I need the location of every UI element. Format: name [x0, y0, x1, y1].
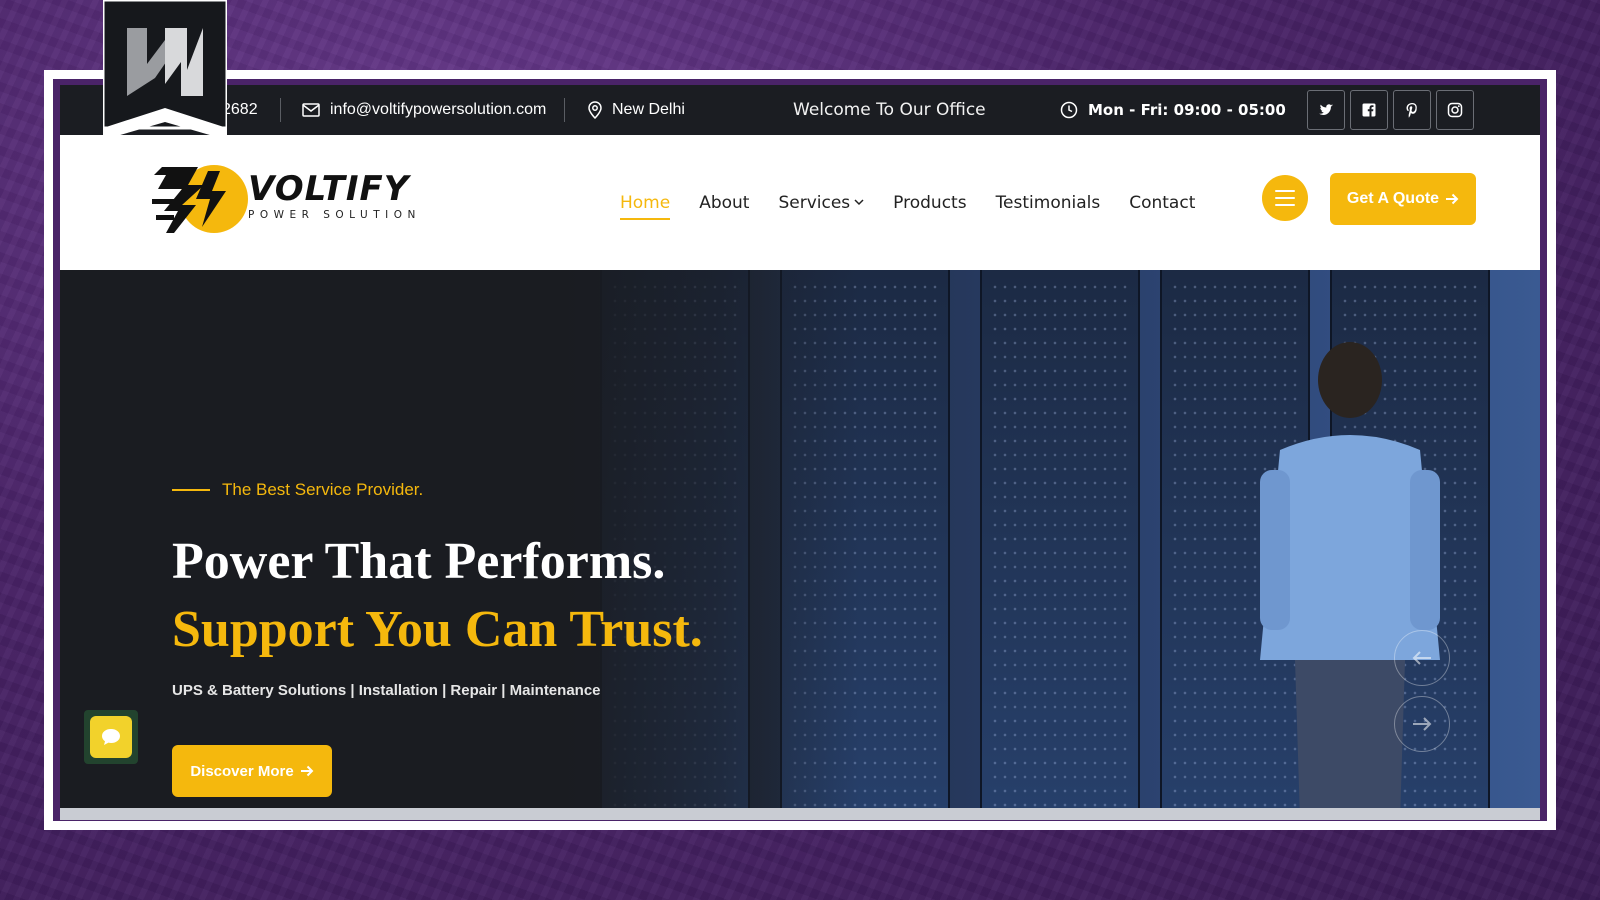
facebook-button[interactable]: [1350, 90, 1388, 130]
chat-widget-button[interactable]: [84, 710, 138, 764]
nav-item-home[interactable]: Home: [620, 193, 671, 220]
welcome-text: Welcome To Our Office: [793, 100, 986, 120]
main-navbar: VOLTIFY POWER SOLUTION Home About Servic…: [60, 135, 1540, 270]
nav-item-products[interactable]: Products: [893, 193, 966, 213]
hero-tagline: The Best Service Provider.: [172, 480, 423, 500]
phone-number: 2682: [222, 101, 258, 118]
hero-subline: UPS & Battery Solutions | Installation |…: [172, 682, 601, 699]
arrow-right-icon: [300, 765, 314, 777]
email-info[interactable]: info@voltifypowersolution.com: [302, 85, 546, 135]
pinterest-button[interactable]: [1393, 90, 1431, 130]
channel-logo: [101, 0, 229, 140]
tagline-rule: [172, 489, 210, 491]
slider-prev-button[interactable]: [1394, 630, 1450, 686]
location-info[interactable]: New Delhi: [588, 85, 685, 135]
clock-icon: [1060, 101, 1078, 119]
hero-headline-primary: Power That Performs.: [172, 533, 666, 590]
top-bar: 2682 info@voltifypowersolution.com New D…: [60, 85, 1540, 135]
hamburger-icon: [1275, 190, 1295, 192]
hours-text: Mon - Fri: 09:00 - 05:00: [1088, 101, 1286, 119]
discover-more-button[interactable]: Discover More: [172, 745, 332, 797]
hero-slider: The Best Service Provider. Power That Pe…: [60, 270, 1540, 820]
instagram-icon: [1447, 102, 1463, 118]
twitter-icon: [1319, 104, 1333, 115]
mail-icon: [302, 103, 320, 117]
chevron-down-icon: [854, 199, 864, 206]
get-a-quote-button[interactable]: Get A Quote: [1330, 173, 1476, 225]
hero-headline-accent: Support You Can Trust.: [172, 601, 703, 658]
website-screenshot: 2682 info@voltifypowersolution.com New D…: [60, 85, 1540, 820]
location-text: New Delhi: [612, 101, 685, 118]
chat-bubble-icon: [102, 729, 120, 745]
nav-item-about[interactable]: About: [699, 193, 749, 213]
nav-item-services[interactable]: Services: [778, 193, 864, 213]
facebook-icon: [1362, 103, 1376, 117]
arrow-right-icon: [1446, 193, 1459, 205]
voltify-logo[interactable]: VOLTIFY POWER SOLUTION: [152, 159, 472, 239]
slider-next-button[interactable]: [1394, 696, 1450, 752]
os-taskbar-strip: [60, 808, 1540, 820]
twitter-button[interactable]: [1307, 90, 1345, 130]
email-address: info@voltifypowersolution.com: [330, 101, 547, 118]
nav-item-testimonials[interactable]: Testimonials: [996, 193, 1101, 213]
brand-name: VOLTIFY: [248, 169, 410, 209]
arrow-right-icon: [1413, 717, 1432, 731]
hours-info: Mon - Fri: 09:00 - 05:00: [1060, 85, 1286, 135]
phone-info[interactable]: 2682: [222, 85, 258, 135]
location-pin-icon: [588, 101, 602, 119]
nav-menu: Home About Services Products Testimonial…: [620, 135, 1224, 270]
pinterest-icon: [1406, 103, 1417, 118]
instagram-button[interactable]: [1436, 90, 1474, 130]
nav-item-contact[interactable]: Contact: [1129, 193, 1195, 213]
hamburger-menu-button[interactable]: [1262, 175, 1308, 221]
brand-tagline: POWER SOLUTION: [248, 209, 421, 221]
arrow-left-icon: [1412, 651, 1431, 665]
